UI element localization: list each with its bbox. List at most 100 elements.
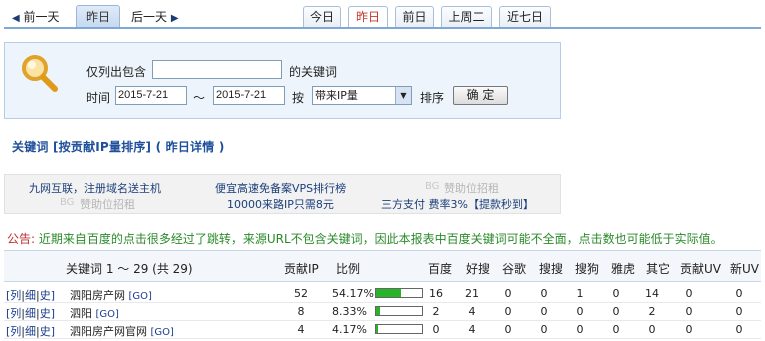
- col-yahoo[interactable]: 雅虎: [611, 260, 635, 277]
- sort-select-value: 带来IP量: [315, 89, 358, 102]
- sort-label: 排序: [420, 91, 445, 105]
- tab-last-seven-days[interactable]: 近七日: [499, 6, 551, 29]
- row-go-link[interactable]: [GO]: [151, 327, 174, 338]
- only-contains-label: 仅列出包含: [86, 65, 147, 79]
- notice-head: 公告:: [7, 232, 36, 246]
- row-google: 0: [504, 305, 512, 318]
- by-label: 按: [292, 91, 305, 105]
- row-baidu: 2: [432, 305, 440, 318]
- keyword-filter-input[interactable]: [152, 60, 282, 79]
- date-nav-bar: ◀ 前一天 昨日 后一天 ▶ 今日 昨日 前日 上周二 近七日: [0, 0, 765, 32]
- row-ratio: 8.33%: [332, 305, 367, 318]
- row-sogou: 0: [576, 323, 584, 336]
- current-day-tab[interactable]: 昨日: [76, 5, 120, 29]
- row-keyword-text[interactable]: 泗阳: [70, 307, 92, 320]
- row-uv: 0: [685, 287, 693, 300]
- ad-badge-1: BG: [425, 181, 440, 192]
- notice-bar: 公告: 近期来自百度的点击很多经过了跳转，来源URL不包含关键词，因此本报表中百…: [7, 230, 723, 247]
- row-ratio-bar-fill: [376, 289, 401, 297]
- date-to-input[interactable]: 2015-7-21: [213, 86, 285, 105]
- row-actions: [列|细|史]: [6, 289, 56, 302]
- col-sogou[interactable]: 搜狗: [575, 260, 599, 277]
- row-google: 0: [504, 287, 512, 300]
- chevron-down-icon: ▼: [395, 87, 411, 104]
- ad-slot-available-2[interactable]: 赞助位招租: [80, 196, 135, 212]
- next-day-label: 后一天: [131, 10, 168, 24]
- row-sogou: 1: [576, 287, 584, 300]
- ad-badge-2: BG: [60, 197, 75, 208]
- row-detail-link[interactable]: 细: [25, 307, 36, 320]
- row-newuv: 0: [735, 305, 743, 318]
- row-soso: 0: [540, 305, 548, 318]
- tab-last-tuesday[interactable]: 上周二: [441, 6, 492, 29]
- row-history-link[interactable]: 史]: [40, 325, 55, 338]
- row-keyword: 泗阳 [GO]: [70, 305, 119, 321]
- row-ip: 8: [297, 305, 305, 318]
- row-other: 0: [648, 323, 656, 336]
- notice-text: 近期来自百度的点击很多经过了跳转，来源URL不包含关键词，因此本报表中百度关键词…: [38, 232, 723, 246]
- table-header: 关键词 1 ～ 29 (共 29) 贡献IP 比例 百度 好搜 谷歌 搜搜 搜狗…: [4, 250, 761, 282]
- col-uv[interactable]: 贡献UV: [680, 260, 721, 277]
- row-haosou: 4: [468, 323, 476, 336]
- row-list-link[interactable]: [列: [6, 289, 21, 302]
- ad-link-3[interactable]: 10000来路IP只需8元: [227, 196, 334, 212]
- row-other: 14: [645, 287, 659, 300]
- row-detail-link[interactable]: 细: [25, 289, 36, 302]
- row-history-link[interactable]: 史]: [40, 289, 55, 302]
- col-google[interactable]: 谷歌: [502, 260, 526, 277]
- row-history-link[interactable]: 史]: [40, 307, 55, 320]
- confirm-button[interactable]: 确 定: [453, 86, 508, 105]
- col-ratio: 比例: [336, 262, 361, 276]
- row-list-link[interactable]: [列: [6, 325, 21, 338]
- ad-link-2[interactable]: 便宜高速免备案VPS排行榜: [215, 180, 346, 196]
- row-ratio-bar-fill: [376, 307, 380, 315]
- row-keyword: 泗阳房产网官网 [GO]: [70, 323, 174, 339]
- row-ratio: 54.17%: [332, 287, 374, 300]
- prev-day-button[interactable]: ◀ 前一天: [12, 7, 60, 27]
- row-keyword: 泗阳房产网 [GO]: [70, 287, 152, 303]
- row-ratio-bar-fill: [376, 325, 378, 333]
- row-uv: 0: [685, 323, 693, 336]
- col-ip[interactable]: 贡献IP: [284, 260, 319, 277]
- col-new-uv[interactable]: 新UV: [730, 260, 759, 277]
- row-uv: 0: [685, 305, 693, 318]
- row-baidu: 0: [432, 323, 440, 336]
- row-ratio-bar: [375, 306, 423, 316]
- ad-slot-available-1[interactable]: 赞助位招租: [444, 180, 499, 196]
- row-go-link[interactable]: [GO]: [129, 291, 152, 302]
- row-go-link[interactable]: [GO]: [96, 309, 119, 320]
- ad-link-1[interactable]: 九网互联，注册域名送主机: [29, 180, 161, 196]
- row-sogou: 0: [576, 305, 584, 318]
- next-day-button[interactable]: 后一天 ▶: [131, 7, 179, 27]
- row-yahoo: 0: [612, 287, 620, 300]
- col-soso[interactable]: 搜搜: [539, 260, 563, 277]
- table-row: [列|细|史] 泗阳房产网 [GO] 52 54.17% 16 21 0 0 1 0 14 0 0: [4, 285, 761, 303]
- row-newuv: 0: [735, 287, 743, 300]
- sort-select[interactable]: 带来IP量 ▼: [312, 86, 412, 105]
- tab-yesterday[interactable]: 昨日: [348, 6, 388, 29]
- row-actions: [列|细|史]: [6, 307, 56, 320]
- row-ratio-bar: [375, 324, 423, 334]
- col-other[interactable]: 其它: [646, 260, 670, 277]
- tab-today[interactable]: 今日: [303, 6, 341, 29]
- keyword-suffix-label: 的关键词: [289, 65, 338, 79]
- col-haosou[interactable]: 好搜: [466, 260, 490, 277]
- row-detail-link[interactable]: 细: [25, 325, 36, 338]
- page-title: 关键词 [按贡献IP量排序] ( 昨日详情 ): [12, 140, 225, 154]
- row-keyword-text[interactable]: 泗阳房产网官网: [70, 325, 147, 338]
- magnifier-icon: [22, 55, 58, 92]
- current-day-label: 昨日: [85, 10, 110, 24]
- table-row: [列|细|史] 泗阳 [GO] 8 8.33% 2 4 0 0 0 0 2 0 0: [4, 303, 761, 321]
- search-panel: 仅列出包含 的关键词 时间 2015-7-21 ～ 2015-7-21 按 带来…: [4, 42, 561, 119]
- row-ip: 52: [294, 287, 308, 300]
- time-label: 时间: [86, 91, 111, 105]
- row-keyword-text[interactable]: 泗阳房产网: [70, 289, 125, 302]
- ad-link-4[interactable]: 三方支付 费率3%【提款秒到】: [381, 196, 534, 212]
- date-from-input[interactable]: 2015-7-21: [115, 86, 187, 105]
- row-ratio-bar: [375, 288, 423, 298]
- row-actions: [列|细|史]: [6, 325, 56, 338]
- tab-day-before[interactable]: 前日: [395, 6, 434, 29]
- col-baidu[interactable]: 百度: [428, 260, 452, 277]
- row-soso: 0: [540, 287, 548, 300]
- row-list-link[interactable]: [列: [6, 307, 21, 320]
